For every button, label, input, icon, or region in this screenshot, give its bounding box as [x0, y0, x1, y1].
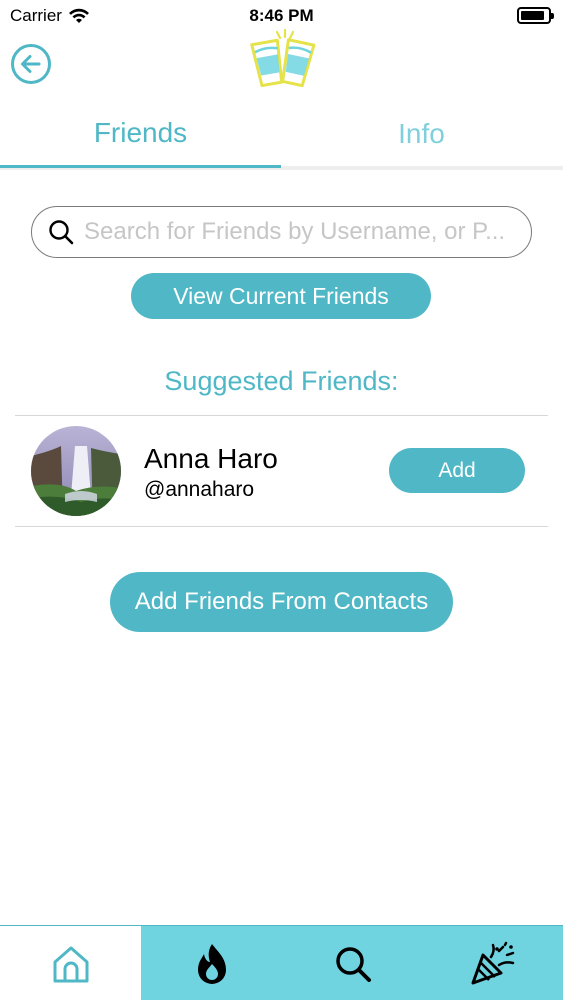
search-bar[interactable]	[31, 206, 532, 258]
party-popper-icon	[471, 941, 514, 984]
app-logo	[247, 28, 319, 90]
list-item: Anna Haro @annaharo Add	[15, 416, 548, 526]
add-friend-button[interactable]: Add	[389, 448, 525, 493]
tabbar-home[interactable]	[0, 926, 141, 1000]
bottom-tab-bar	[0, 925, 563, 1000]
battery-level	[521, 11, 544, 20]
tabbar-fire[interactable]	[141, 926, 282, 1000]
friend-username: @annaharo	[144, 478, 255, 501]
search-icon	[49, 220, 74, 245]
search-icon	[335, 946, 371, 982]
friend-name: Anna Haro	[144, 443, 278, 474]
home-icon	[53, 946, 88, 982]
fire-icon	[197, 943, 226, 984]
view-current-friends-button[interactable]: View Current Friends	[131, 273, 431, 319]
segment-tabs: Friends Info	[0, 100, 563, 170]
waterfall-photo	[31, 426, 121, 516]
tabbar-party[interactable]	[422, 926, 563, 1000]
add-friends-from-contacts-button[interactable]: Add Friends From Contacts	[110, 572, 453, 632]
battery-icon	[517, 7, 554, 24]
tabbar-search[interactable]	[282, 926, 423, 1000]
cheers-glasses-logo	[250, 28, 316, 88]
clock: 8:46 PM	[249, 6, 314, 25]
search-input[interactable]	[84, 218, 524, 246]
back-button[interactable]	[10, 43, 52, 85]
avatar	[31, 426, 121, 516]
tab-info[interactable]: Info	[281, 100, 562, 168]
divider-bottom	[15, 526, 548, 527]
arrow-left-circle-icon	[11, 44, 51, 84]
tab-friends[interactable]: Friends	[0, 100, 281, 168]
suggested-friends-heading: Suggested Friends:	[164, 366, 399, 396]
